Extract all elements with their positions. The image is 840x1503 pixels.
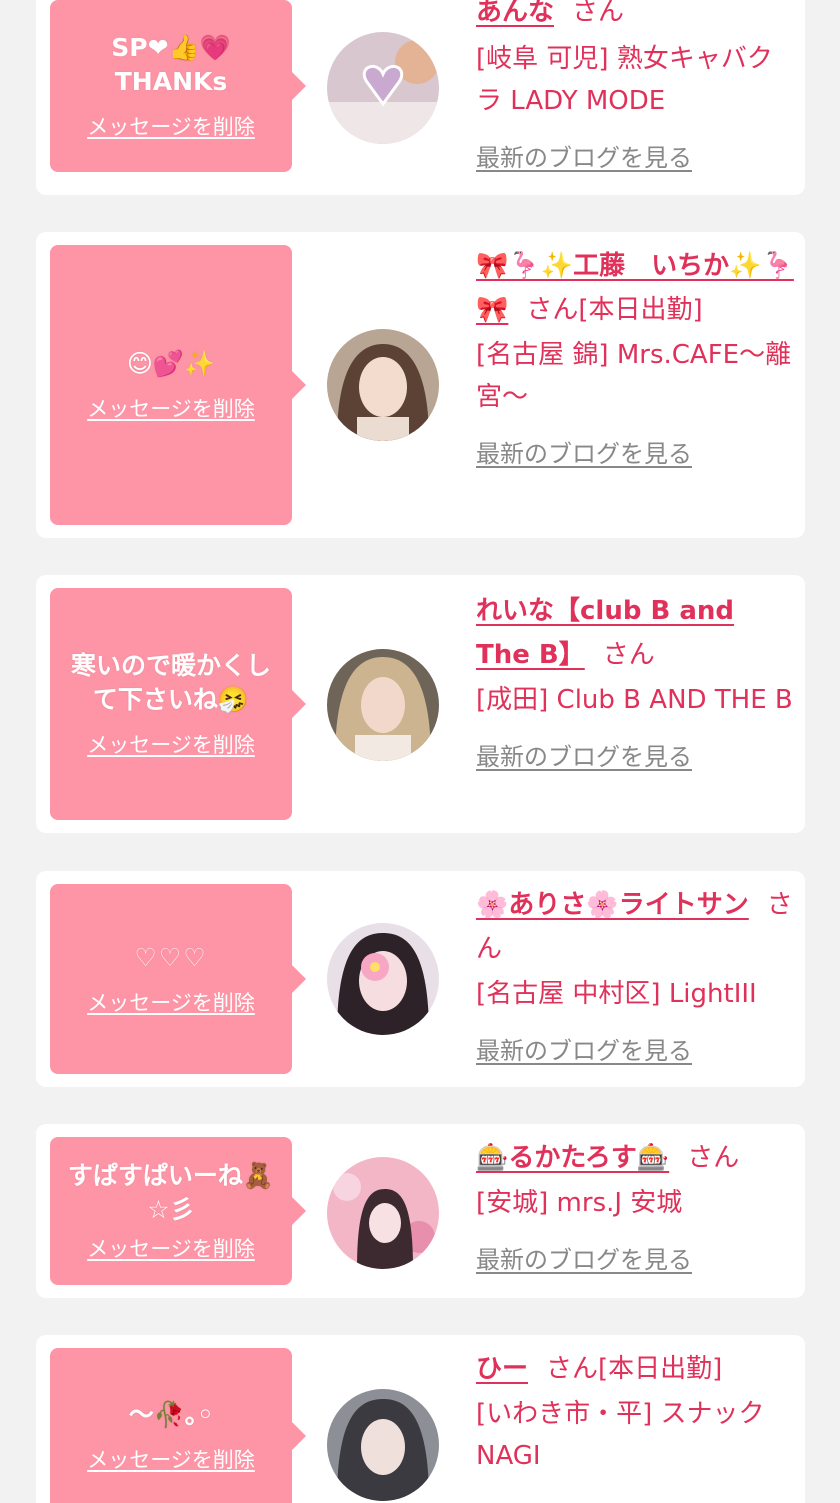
shop-info: [名古屋 錦] Mrs.CAFE～離宮～ [476,340,792,412]
honorific: さん [602,640,655,670]
message-bubble: 寒いので暖かくして下さいね🤧 メッセージを削除 [50,588,306,820]
message-bubble: ～🥀｡◦ メッセージを削除 [50,1348,306,1503]
latest-blog-link[interactable]: 最新のブログを見る [476,434,692,469]
avatar[interactable] [327,1389,439,1501]
message-text: ～🥀｡◦ [128,1399,214,1429]
sender-info: 🎰るかたろす🎰 さん [安城] mrs.J 安城 最新のブログを見る [476,1136,796,1275]
message-bubble: SP❤👍💗 THANKs メッセージを削除 [50,0,306,172]
message-card: ♡♡♡ メッセージを削除 🌸ありさ🌸ライトサン さん [名古屋 中村区] Ligh… [36,871,805,1087]
avatar[interactable] [327,923,439,1035]
message-card: ～🥀｡◦ メッセージを削除 ひー さん[本日出勤] [いわき市・平] スナック N… [36,1335,805,1503]
delete-message-link[interactable]: メッセージを削除 [87,1444,255,1474]
avatar[interactable] [327,32,439,144]
shop-info: [いわき市・平] スナック NAGI [476,1399,765,1471]
message-text: 😊💕✨ [126,349,216,378]
avatar[interactable] [327,1157,439,1269]
sender-name-link[interactable]: 🎰るかたろす🎰 [476,1143,669,1173]
avatar[interactable] [327,329,439,441]
message-bubble: ♡♡♡ メッセージを削除 [50,884,306,1074]
avatar[interactable] [327,649,439,761]
message-card: 寒いので暖かくして下さいね🤧 メッセージを削除 れいな【club B and T… [36,575,805,833]
sender-info: あんな さん [岐阜 可児] 熟女キャバクラ LADY MODE 最新のブログを見… [476,0,796,173]
delete-message-link[interactable]: メッセージを削除 [87,729,255,759]
shop-info: [岐阜 可児] 熟女キャバクラ LADY MODE [476,44,773,116]
sender-name-link[interactable]: 🌸ありさ🌸ライトサン [476,890,749,920]
message-bubble: 😊💕✨ メッセージを削除 [50,245,306,525]
sender-status: [本日出勤] [578,295,703,325]
message-bubble: すぱすぱいーね🧸 ☆彡 メッセージを削除 [50,1137,306,1285]
message-text: 寒いので暖かくして下さいね🤧 [70,651,271,714]
shop-info: [安城] mrs.J 安城 [476,1188,683,1218]
shop-info: [成田] Club B AND THE B [476,685,793,715]
sender-status: [本日出勤] [598,1354,723,1384]
latest-blog-link[interactable]: 最新のブログを見る [476,737,692,772]
delete-message-link[interactable]: メッセージを削除 [87,1233,255,1263]
honorific: さん [526,295,579,325]
delete-message-link[interactable]: メッセージを削除 [87,111,255,141]
message-text: SP❤👍💗 THANKs [111,33,231,96]
sender-info: 🌸ありさ🌸ライトサン さん [名古屋 中村区] LightIII 最新のブログを見… [476,883,796,1066]
message-list: SP❤👍💗 THANKs メッセージを削除 あんな さん [岐阜 可児] 熟女キャ… [0,0,840,1503]
delete-message-link[interactable]: メッセージを削除 [87,987,255,1017]
delete-message-link[interactable]: メッセージを削除 [87,393,255,423]
shop-info: [名古屋 中村区] LightIII [476,979,757,1009]
honorific: さん [687,1143,740,1173]
honorific: さん [546,1354,599,1384]
sender-info: 🎀🦩✨工藤 いちか✨🦩🎀 さん[本日出勤] [名古屋 錦] Mrs.CAFE～離宮… [476,244,796,469]
latest-blog-link[interactable]: 最新のブログを見る [476,1240,692,1275]
message-text: ♡♡♡ [134,943,208,972]
message-text: すぱすぱいーね🧸 ☆彡 [67,1161,275,1224]
sender-name-link[interactable]: ひー [476,1354,528,1384]
latest-blog-link[interactable]: 最新のブログを見る [476,1031,692,1066]
message-card: 😊💕✨ メッセージを削除 🎀🦩✨工藤 いちか✨🦩🎀 さん[本日出勤] [名古屋 錦… [36,232,805,538]
message-card: すぱすぱいーね🧸 ☆彡 メッセージを削除 🎰るかたろす🎰 さん [安城] mrs.… [36,1124,805,1298]
honorific: さん [572,0,625,27]
latest-blog-link[interactable]: 最新のブログを見る [476,138,692,173]
sender-name-link[interactable]: あんな [476,0,554,27]
message-card: SP❤👍💗 THANKs メッセージを削除 あんな さん [岐阜 可児] 熟女キャ… [36,0,805,195]
sender-info: れいな【club B and The B】 さん [成田] Club B AND … [476,589,796,772]
sender-info: ひー さん[本日出勤] [いわき市・平] スナック NAGI [476,1347,796,1477]
